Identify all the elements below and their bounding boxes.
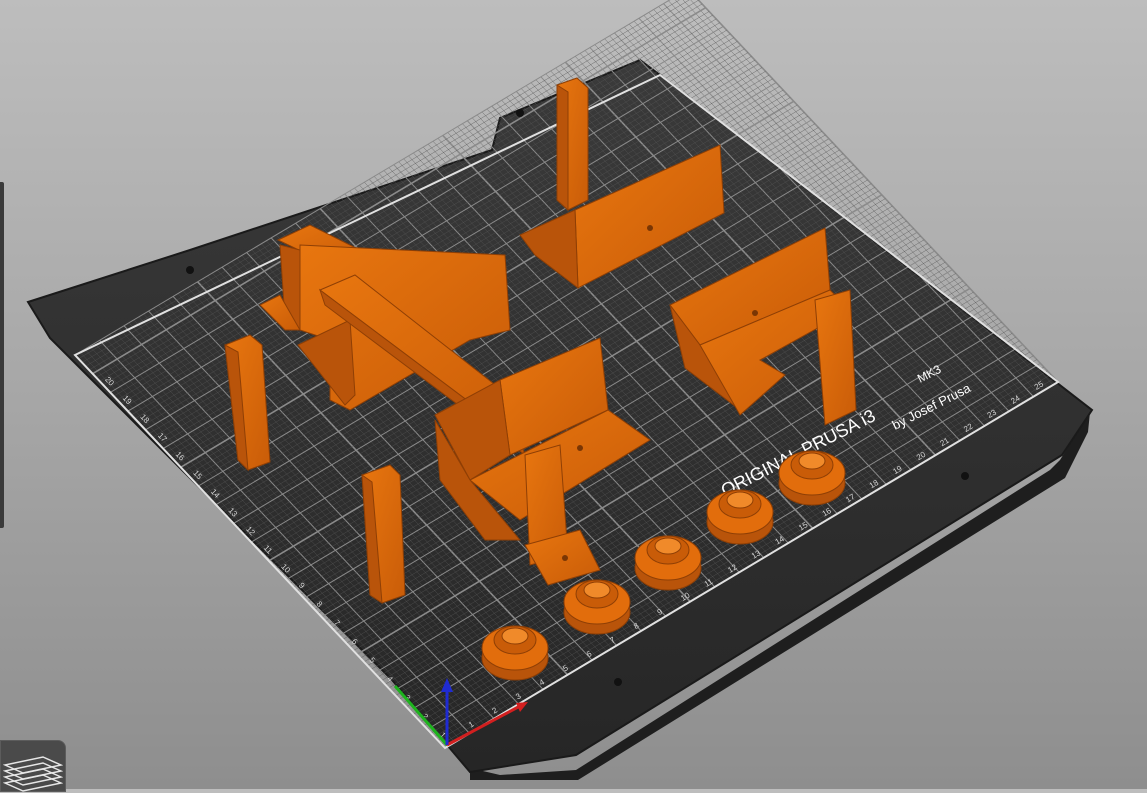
part-post-back[interactable] (556, 77, 589, 212)
layers-button[interactable] (0, 740, 66, 792)
part-foot[interactable] (563, 579, 631, 635)
part-foot[interactable] (706, 489, 774, 545)
part-foot[interactable] (481, 625, 549, 681)
layers-icon (3, 756, 63, 792)
3d-viewport[interactable]: ORIGINAL PRUSA i3 MK3 by Josef Prusa 123… (0, 0, 1147, 789)
part-foot[interactable] (634, 535, 702, 591)
part-foot[interactable] (778, 450, 846, 506)
sidebar-collapse-handle[interactable] (0, 182, 4, 528)
